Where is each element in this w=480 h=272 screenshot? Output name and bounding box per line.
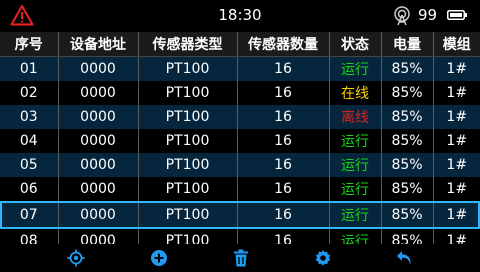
cell-address: 0000 xyxy=(57,105,138,129)
cell-address: 0000 xyxy=(57,129,138,153)
back-icon[interactable] xyxy=(396,249,414,267)
cell-address: 0000 xyxy=(57,201,138,229)
cell-address: 0000 xyxy=(57,177,138,202)
cell-sensor-type: PT100 xyxy=(137,56,237,81)
add-icon[interactable] xyxy=(150,249,168,267)
cell-no: 06 xyxy=(19,181,38,197)
table-row[interactable]: 01 0000 PT100 16 运行 85% 1# xyxy=(0,56,480,81)
cell-sensor-count: 16 xyxy=(236,153,329,177)
table-header-row: 序号 设备地址 传感器类型 传感器数量 状态 电量 模组 xyxy=(0,32,480,57)
cell-sensor-count: 16 xyxy=(236,56,329,81)
cell-status: 运行 xyxy=(328,201,381,229)
signal-icon xyxy=(394,6,410,26)
header-no[interactable]: 序号 xyxy=(0,32,58,57)
table-row[interactable]: 07 0000 PT100 16 运行 85% 1# xyxy=(0,201,480,229)
cell-battery: 85% xyxy=(380,105,433,129)
cell-no: 04 xyxy=(19,133,38,149)
cell-module: 1# xyxy=(432,177,480,202)
cell-no: 01 xyxy=(19,61,38,77)
table-row[interactable]: 04 0000 PT100 16 运行 85% 1# xyxy=(0,129,480,153)
cell-module: 1# xyxy=(432,153,480,177)
cell-module: 1# xyxy=(432,56,480,81)
cell-sensor-count: 16 xyxy=(236,177,329,202)
cell-battery: 85% xyxy=(380,153,433,177)
cell-status: 运行 xyxy=(328,56,381,81)
cell-address: 0000 xyxy=(57,56,138,81)
table-row[interactable]: 05 0000 PT100 16 运行 85% 1# xyxy=(0,153,480,177)
cell-status: 运行 xyxy=(328,177,381,202)
table-row[interactable]: 06 0000 PT100 16 运行 85% 1# xyxy=(0,177,480,202)
table-body: 01 0000 PT100 16 运行 85% 1# 02 0000 PT100 16 在线 85% 1#… xyxy=(0,56,480,253)
cell-battery: 85% xyxy=(380,201,433,229)
cell-no: 03 xyxy=(19,109,38,125)
cell-sensor-count: 16 xyxy=(236,105,329,129)
header-address[interactable]: 设备地址 xyxy=(57,32,138,57)
cell-sensor-type: PT100 xyxy=(137,129,237,153)
cell-module: 1# xyxy=(432,105,480,129)
delete-icon[interactable] xyxy=(232,249,250,267)
cell-sensor-type: PT100 xyxy=(137,201,237,229)
cell-status: 运行 xyxy=(328,153,381,177)
status-bar: 18:30 99 xyxy=(0,0,480,32)
header-status[interactable]: 状态 xyxy=(328,32,381,57)
cell-no: 05 xyxy=(19,157,38,173)
table-row[interactable]: 02 0000 PT100 16 在线 85% 1# xyxy=(0,81,480,105)
header-sensor-type[interactable]: 传感器类型 xyxy=(137,32,237,57)
cell-sensor-count: 16 xyxy=(236,201,329,229)
cell-address: 0000 xyxy=(57,153,138,177)
header-sensor-count[interactable]: 传感器数量 xyxy=(236,32,329,57)
cell-sensor-count: 16 xyxy=(236,81,329,105)
cell-battery: 85% xyxy=(380,56,433,81)
cell-status: 在线 xyxy=(328,81,381,105)
cell-sensor-type: PT100 xyxy=(137,105,237,129)
cell-battery: 85% xyxy=(380,81,433,105)
cell-sensor-type: PT100 xyxy=(137,81,237,105)
cell-module: 1# xyxy=(432,129,480,153)
cell-sensor-type: PT100 xyxy=(137,153,237,177)
signal-value: 99 xyxy=(418,6,438,24)
cell-module: 1# xyxy=(432,201,480,229)
cell-battery: 85% xyxy=(380,129,433,153)
table-row[interactable]: 03 0000 PT100 16 离线 85% 1# xyxy=(0,105,480,129)
locate-icon[interactable] xyxy=(67,249,85,267)
header-battery[interactable]: 电量 xyxy=(380,32,433,57)
cell-no: 07 xyxy=(0,201,58,229)
cell-address: 0000 xyxy=(57,81,138,105)
cell-battery: 85% xyxy=(380,177,433,202)
cell-sensor-type: PT100 xyxy=(137,177,237,202)
bottom-toolbar xyxy=(0,244,480,272)
settings-icon[interactable] xyxy=(314,249,332,267)
battery-icon xyxy=(447,10,467,20)
header-module[interactable]: 模组 xyxy=(432,32,480,57)
cell-sensor-count: 16 xyxy=(236,129,329,153)
cell-module: 1# xyxy=(432,81,480,105)
sensor-table: 序号 设备地址 传感器类型 传感器数量 状态 电量 模组 01 0000 PT100… xyxy=(0,32,480,253)
cell-status: 运行 xyxy=(328,129,381,153)
cell-no: 02 xyxy=(19,85,38,101)
cell-status: 离线 xyxy=(328,105,381,129)
